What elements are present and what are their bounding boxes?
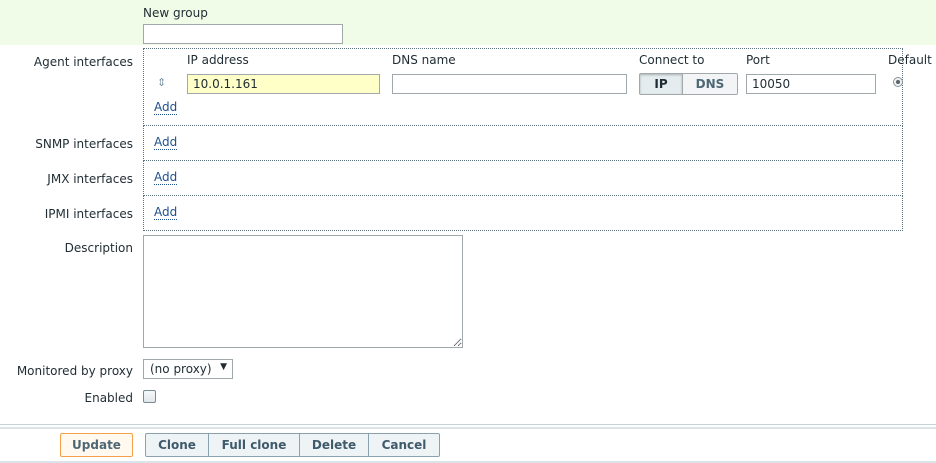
connect-ip-button[interactable]: IP xyxy=(640,74,683,94)
monitored-by-proxy-label: Monitored by proxy xyxy=(16,364,133,378)
footer-divider-shadow xyxy=(0,427,936,429)
ip-address-input[interactable] xyxy=(187,74,380,94)
agent-interfaces-label: Agent interfaces xyxy=(33,55,133,69)
add-ipmi-interface-link[interactable]: Add xyxy=(154,205,178,220)
ipmi-interfaces-label: IPMI interfaces xyxy=(44,207,133,221)
enabled-checkbox[interactable] xyxy=(143,390,156,403)
footer-divider xyxy=(0,424,936,425)
default-header: Default xyxy=(888,53,932,67)
add-snmp-interface-link[interactable]: Add xyxy=(154,135,178,150)
update-button[interactable]: Update xyxy=(60,433,133,457)
delete-button[interactable]: Delete xyxy=(300,433,369,457)
add-jmx-interface-link[interactable]: Add xyxy=(154,170,178,185)
ip-address-header: IP address xyxy=(187,53,249,67)
dns-name-input[interactable] xyxy=(392,74,627,94)
new-group-label: New group xyxy=(143,6,208,20)
jmx-interfaces-label: JMX interfaces xyxy=(47,172,133,186)
new-group-row-background xyxy=(0,0,936,45)
proxy-select-value: (no proxy) xyxy=(150,362,212,376)
add-agent-interface-link[interactable]: Add xyxy=(154,100,178,115)
description-label: Description xyxy=(64,241,133,255)
new-group-input[interactable] xyxy=(143,24,343,44)
ipmi-interfaces-box xyxy=(143,196,903,231)
enabled-label: Enabled xyxy=(84,391,134,405)
default-interface-radio[interactable] xyxy=(893,77,903,87)
proxy-select[interactable]: (no proxy) ▼ xyxy=(143,359,233,379)
snmp-interfaces-box xyxy=(143,126,903,161)
dropdown-arrow-icon: ▼ xyxy=(220,362,227,372)
connect-to-toggle[interactable]: IP DNS xyxy=(639,73,738,95)
description-textarea[interactable] xyxy=(143,235,463,348)
port-input[interactable] xyxy=(746,74,876,94)
drag-handle-icon[interactable]: ⇕ xyxy=(157,76,166,89)
snmp-interfaces-label: SNMP interfaces xyxy=(35,137,133,151)
jmx-interfaces-box xyxy=(143,161,903,196)
connect-to-header: Connect to xyxy=(639,53,705,67)
port-header: Port xyxy=(746,53,770,67)
cancel-button[interactable]: Cancel xyxy=(369,433,440,457)
dns-name-header: DNS name xyxy=(392,53,456,67)
connect-dns-button[interactable]: DNS xyxy=(683,74,737,94)
full-clone-button[interactable]: Full clone xyxy=(209,433,300,457)
clone-button[interactable]: Clone xyxy=(145,433,209,457)
